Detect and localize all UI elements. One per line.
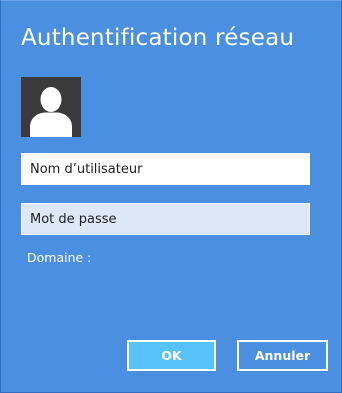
password-input[interactable] (21, 203, 310, 235)
username-input[interactable] (21, 153, 310, 185)
ok-button[interactable]: OK (127, 340, 216, 371)
dialog-title: Authentification réseau (21, 25, 295, 51)
cancel-button[interactable]: Annuler (237, 340, 328, 371)
network-auth-dialog: Authentification réseau Domaine : OK Ann… (0, 0, 342, 393)
user-avatar-icon (21, 77, 81, 137)
domain-label: Domaine : (27, 250, 92, 265)
user-silhouette-icon (30, 87, 72, 137)
